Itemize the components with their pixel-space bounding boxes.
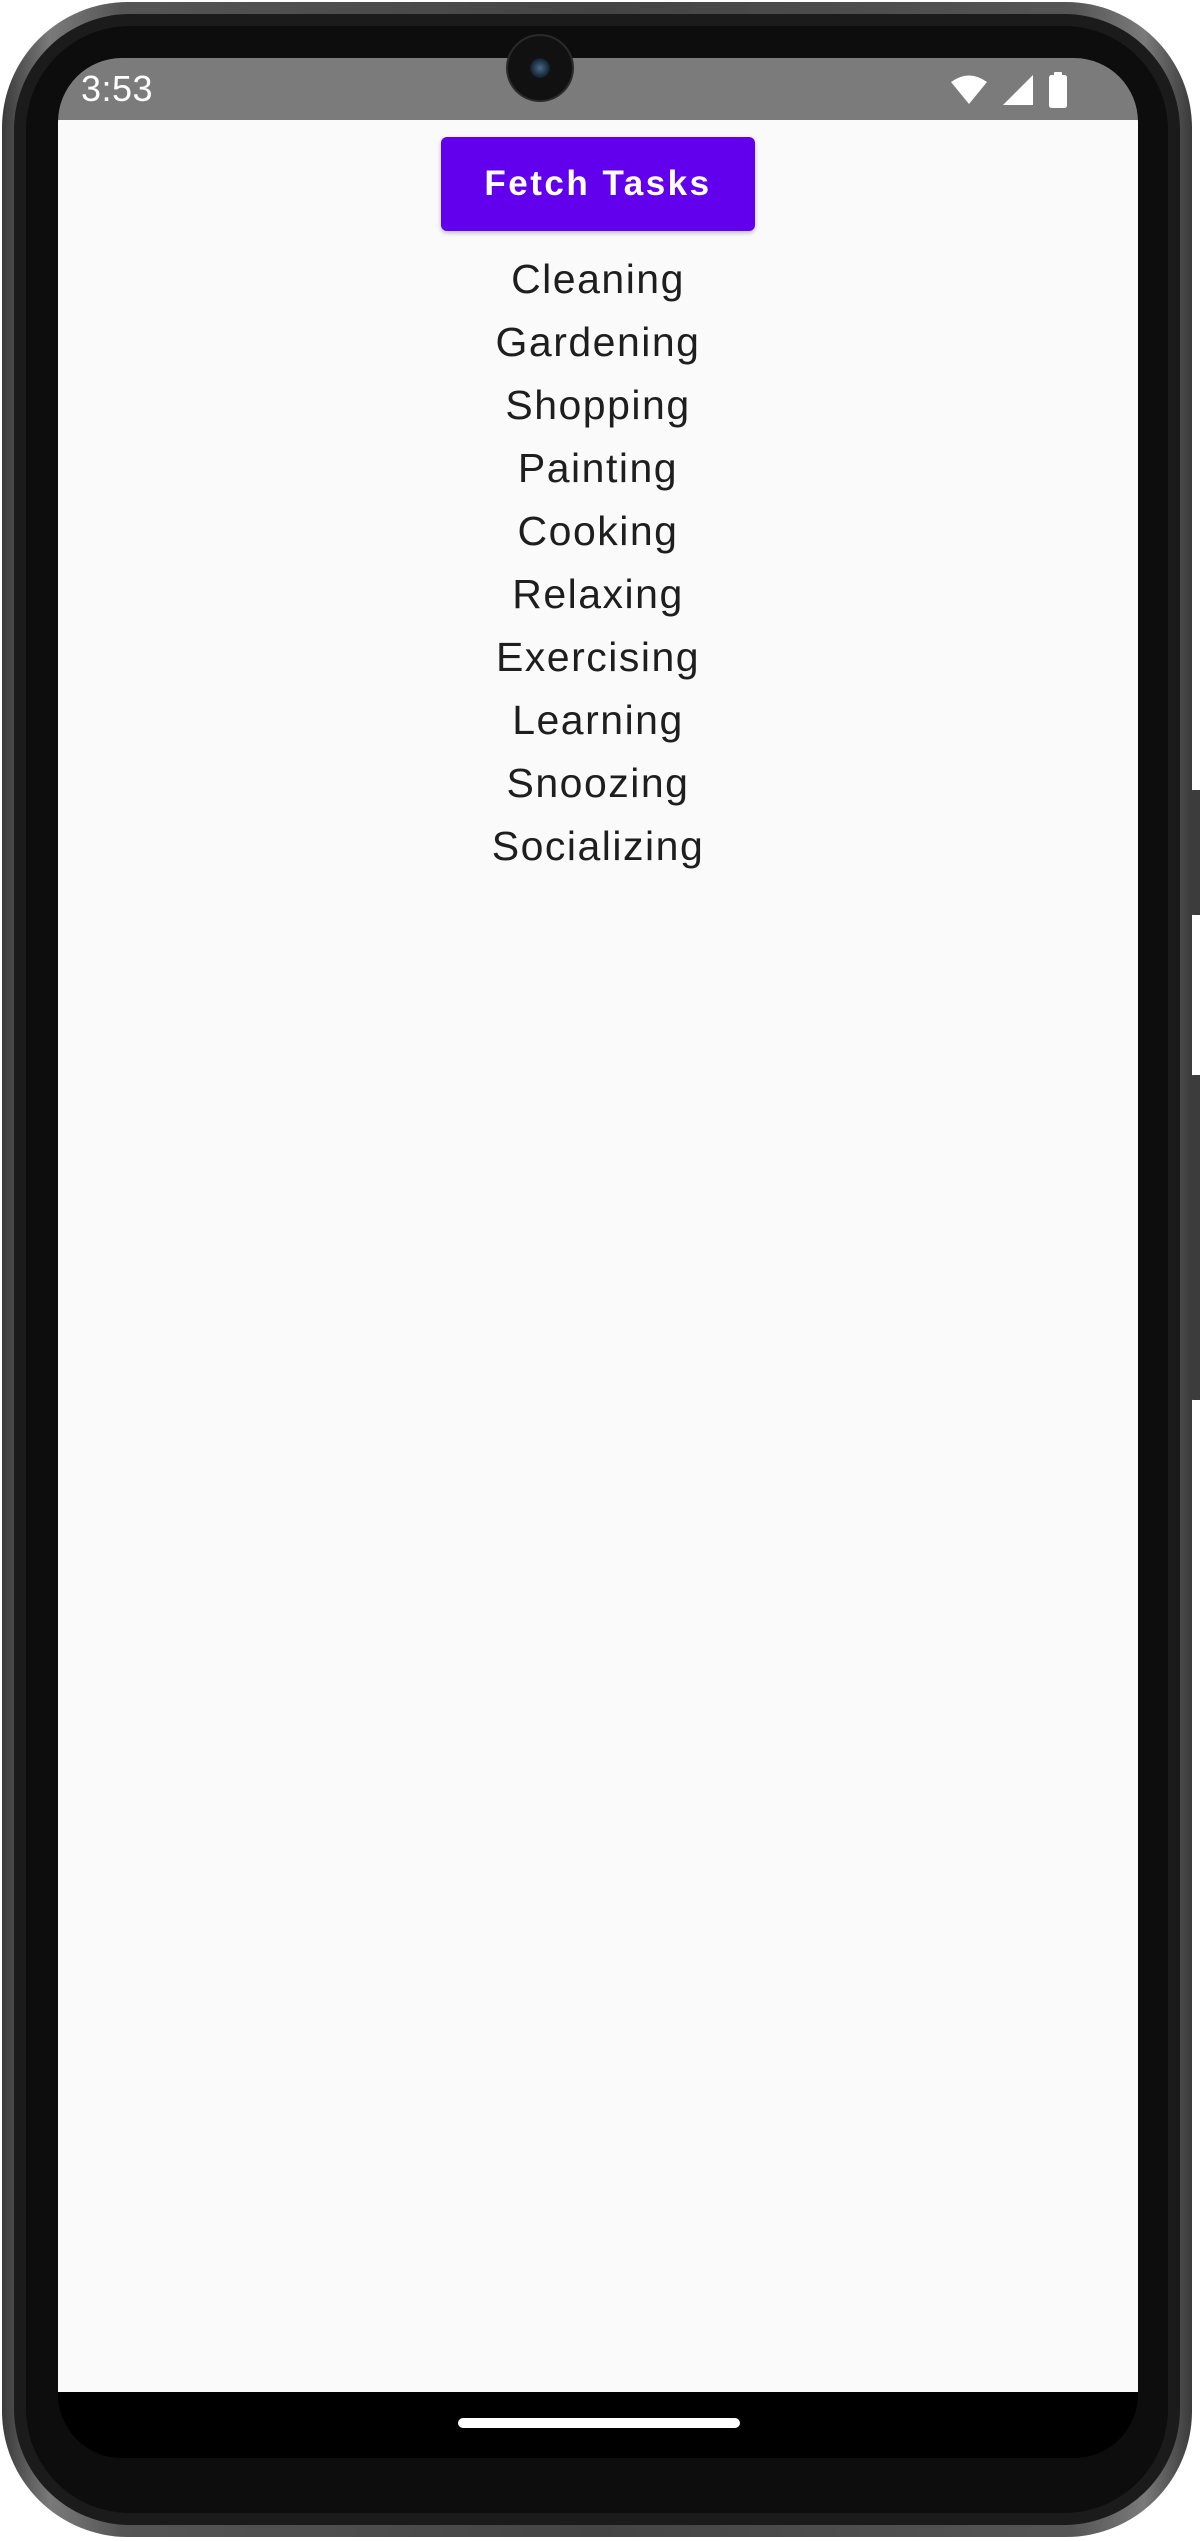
task-list: Cleaning Gardening Shopping Painting Coo… — [58, 248, 1138, 878]
list-item[interactable]: Exercising — [58, 626, 1138, 689]
phone-device: 3:53 Fetch Tasks Cleaning Gardening Shop… — [0, 0, 1200, 2541]
status-time: 3:53 — [81, 68, 154, 109]
cell-signal-icon — [1002, 74, 1034, 106]
screen: 3:53 Fetch Tasks Cleaning Gardening Shop… — [58, 58, 1138, 2458]
volume-button[interactable] — [1190, 1075, 1200, 1400]
list-item[interactable]: Cleaning — [58, 248, 1138, 311]
fetch-tasks-button[interactable]: Fetch Tasks — [441, 137, 755, 231]
list-item[interactable]: Socializing — [58, 815, 1138, 878]
list-item[interactable]: Shopping — [58, 374, 1138, 437]
list-item[interactable]: Relaxing — [58, 563, 1138, 626]
status-bar: 3:53 — [58, 58, 1138, 120]
home-indicator[interactable] — [458, 2418, 740, 2428]
wifi-icon — [950, 75, 988, 105]
battery-icon — [1048, 72, 1068, 108]
power-button[interactable] — [1190, 790, 1200, 915]
list-item[interactable]: Cooking — [58, 500, 1138, 563]
app-content: Fetch Tasks Cleaning Gardening Shopping … — [58, 120, 1138, 2392]
list-item[interactable]: Gardening — [58, 311, 1138, 374]
list-item[interactable]: Learning — [58, 689, 1138, 752]
status-icons — [950, 70, 1068, 110]
list-item[interactable]: Snoozing — [58, 752, 1138, 815]
front-camera — [508, 36, 572, 100]
list-item[interactable]: Painting — [58, 437, 1138, 500]
